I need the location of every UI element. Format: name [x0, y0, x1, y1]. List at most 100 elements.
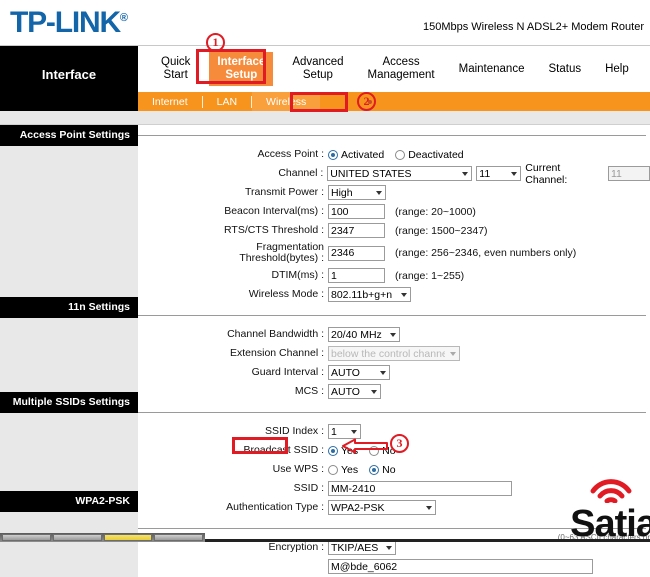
taskbar-sliver: [0, 533, 205, 542]
select-mcs[interactable]: AUTO: [328, 384, 381, 399]
radio-access-point-activated[interactable]: Activated: [328, 149, 384, 161]
select-wrap-encryption: TKIP/AES: [328, 540, 396, 555]
label-beacon-interval: Beacon Interval(ms) :: [224, 205, 324, 217]
subnav-tab-wireless[interactable]: Wireless: [252, 92, 321, 111]
label-authentication-type: Authentication Type :: [226, 501, 324, 513]
radio-dot-icon: [395, 149, 406, 160]
radio-label-wps-yes: Yes: [341, 463, 359, 476]
radio-dot-icon: [328, 445, 338, 456]
nav-tab-interface-setup[interactable]: Interface Setup: [209, 52, 274, 86]
radio-label-activated: Activated: [341, 148, 385, 161]
select-wrap-channel: 11: [476, 166, 522, 181]
label-access-point: Access Point :: [257, 148, 324, 160]
router-model-label: 150Mbps Wireless N ADSL2+ Modem Router: [422, 21, 644, 33]
nav-tab-interface-setup-line1: Interface: [217, 56, 266, 68]
taskbar-button-active[interactable]: [103, 534, 153, 541]
taskbar-button[interactable]: [154, 534, 203, 541]
radio-label-wps-no: No: [382, 463, 396, 476]
radio-use-wps-yes[interactable]: Yes: [328, 464, 358, 476]
subnav-tab-lan[interactable]: LAN: [203, 92, 251, 111]
row-guard-interval: Guard Interval : AUTO: [138, 364, 650, 381]
nav-tab-advanced-setup-line1: Advanced: [292, 56, 344, 68]
select-guard-interval[interactable]: AUTO: [328, 365, 390, 380]
subnav-spacer: [0, 92, 138, 111]
select-encryption[interactable]: TKIP/AES: [328, 540, 396, 555]
row-psk-key: [138, 558, 650, 575]
annotation-marker-3: 3: [390, 434, 409, 453]
radio-dot-icon: [328, 149, 338, 160]
label-encryption: Encryption :: [268, 541, 324, 553]
select-channel-bandwidth[interactable]: 20/40 MHz: [328, 327, 400, 342]
hint-dtim: (range: 1~255): [395, 269, 465, 282]
section-header-wpa2psk: WPA2-PSK: [0, 491, 138, 512]
select-channel-region[interactable]: UNITED STATES: [327, 166, 473, 181]
section-header-11n: 11n Settings: [0, 297, 138, 318]
section-header-access-point: Access Point Settings: [0, 125, 138, 146]
radio-access-point-deactivated[interactable]: Deactivated: [395, 148, 464, 161]
row-transmit-power: Transmit Power : High: [138, 184, 650, 201]
row-access-point: Access Point : Activated Deactivated: [138, 146, 650, 163]
taskbar-button[interactable]: [2, 534, 51, 541]
hint-fragmentation-threshold: (range: 256~2346, even numbers only): [395, 247, 577, 259]
radio-use-wps-no[interactable]: No: [369, 463, 396, 476]
select-wrap-mcs: AUTO: [328, 384, 381, 399]
nav-tab-maintenance[interactable]: Maintenance: [454, 61, 530, 78]
row-dtim: DTIM(ms) : (range: 1~255): [138, 267, 650, 284]
select-authentication-type[interactable]: WPA2-PSK: [328, 500, 436, 515]
main-navigation: Interface Quick Start Interface Setup Ad…: [0, 46, 650, 92]
subnav-divider: [201, 95, 203, 108]
nav-tab-interface-setup-line2: Setup: [225, 69, 258, 81]
row-ssid: SSID :: [138, 480, 650, 497]
sidebar-gap: [0, 512, 138, 552]
field-psk-key[interactable]: [328, 559, 593, 574]
row-channel-bandwidth: Channel Bandwidth : 20/40 MHz: [138, 326, 650, 343]
nav-tab-help[interactable]: Help: [600, 61, 634, 78]
nav-tab-status[interactable]: Status: [543, 61, 586, 78]
select-channel-number[interactable]: 11: [476, 166, 522, 181]
annotation-marker-1: 1: [206, 33, 225, 52]
field-fragmentation-threshold[interactable]: [328, 245, 385, 261]
select-wrap-region: UNITED STATES: [327, 166, 473, 181]
select-wrap-channel-bandwidth: 20/40 MHz: [328, 327, 400, 342]
label-mcs: MCS :: [294, 385, 324, 397]
select-ssid-index[interactable]: 1: [328, 424, 361, 439]
nav-tab-quick-start-line1: Quick: [161, 56, 191, 68]
nav-tab-quick-start[interactable]: Quick Start: [156, 54, 195, 84]
label-broadcast-ssid: Broadcast SSID :: [243, 444, 324, 456]
radio-dot-icon: [369, 464, 380, 475]
subnav-divider: [251, 95, 253, 108]
label-dtim: DTIM(ms) :: [271, 269, 325, 281]
subnav-items: Internet LAN Wireless: [138, 92, 373, 111]
label-guard-interval: Guard Interval :: [251, 366, 324, 378]
label-fragmentation-threshold: Fragmentation Threshold(bytes) :: [138, 242, 328, 264]
nav-tab-access-management[interactable]: Access Management: [363, 54, 440, 84]
row-wireless-mode: Wireless Mode : 802.11b+g+n: [138, 286, 650, 303]
page-body: Access Point Settings 11n Settings Multi…: [0, 111, 650, 577]
settings-content: Access Point Settings 11n Settings Multi…: [0, 125, 650, 577]
select-transmit-power[interactable]: High: [328, 185, 386, 200]
select-wireless-mode[interactable]: 802.11b+g+n: [328, 287, 411, 302]
label-fragmentation-line2: Threshold(bytes) :: [239, 252, 324, 264]
taskbar-button[interactable]: [52, 534, 102, 541]
subnav-tab-internet[interactable]: Internet: [138, 92, 202, 111]
hint-beacon-interval: (range: 20~1000): [395, 205, 476, 218]
field-rts-cts-threshold[interactable]: [328, 223, 385, 238]
field-dtim[interactable]: [328, 268, 385, 283]
select-wrap-wireless-mode: 802.11b+g+n: [328, 287, 411, 302]
select-wrap-authentication-type: WPA2-PSK: [328, 500, 436, 515]
section-rule-multiple-ssids: [138, 402, 650, 423]
label-ssid-index: SSID Index :: [265, 425, 324, 437]
sidebar-gap: [0, 318, 138, 392]
select-extension-channel: below the control channel: [328, 346, 460, 361]
select-wrap-extension-channel: below the control channel: [328, 346, 460, 361]
row-rts-cts-threshold: RTS/CTS Threshold : (range: 1500~2347): [138, 222, 650, 239]
radio-label-deactivated: Deactivated: [408, 148, 464, 161]
label-transmit-power: Transmit Power :: [245, 186, 324, 198]
nav-tab-advanced-setup[interactable]: Advanced Setup: [287, 54, 348, 84]
sidebar-gap: [0, 413, 138, 491]
label-extension-channel: Extension Channel :: [230, 347, 324, 359]
field-beacon-interval[interactable]: [328, 204, 385, 219]
section-header-multiple-ssids: Multiple SSIDs Settings: [0, 392, 138, 413]
field-ssid[interactable]: [328, 481, 512, 496]
select-wrap-ssid-index: 1: [328, 424, 361, 439]
